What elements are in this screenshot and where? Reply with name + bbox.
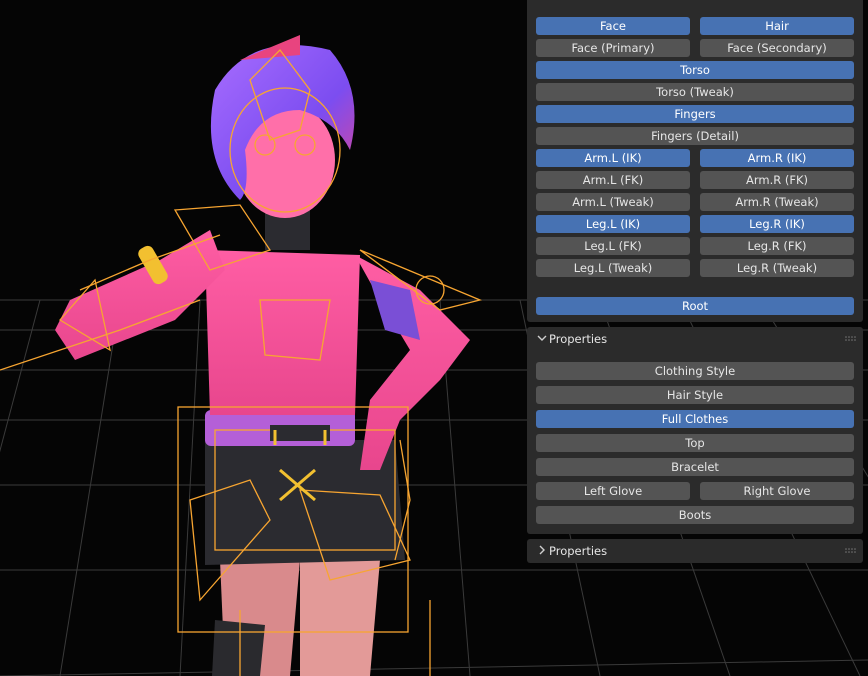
top-button[interactable]: Top (536, 434, 854, 452)
arm-l-ik-button[interactable]: Arm.L (IK) (536, 149, 690, 167)
left-glove-button[interactable]: Left Glove (536, 482, 690, 500)
boots-button[interactable]: Boots (536, 506, 854, 524)
bracelet-button[interactable]: Bracelet (536, 458, 854, 476)
right-glove-button[interactable]: Right Glove (700, 482, 854, 500)
face-secondary-button[interactable]: Face (Secondary) (700, 39, 854, 57)
fingers-button[interactable]: Fingers (536, 105, 854, 123)
chevron-right-icon (539, 545, 545, 555)
fingers-detail-button[interactable]: Fingers (Detail) (536, 127, 854, 145)
properties-panel: Properties Clothing Style Hair Style Full … (527, 327, 863, 534)
leg-r-tweak-button[interactable]: Leg.R (Tweak) (700, 259, 854, 277)
chevron-down-icon (537, 335, 547, 341)
collapsed-panel-title: Properties (549, 544, 608, 558)
collapsed-panel-header[interactable]: Properties (527, 539, 863, 563)
drag-grip-icon[interactable] (845, 548, 857, 554)
rig-layers-panel: Face Hair Face (Primary) Face (Secondary) To… (527, 0, 863, 322)
hair-style-button[interactable]: Hair Style (536, 386, 854, 404)
hair-button[interactable]: Hair (700, 17, 854, 35)
leg-r-fk-button[interactable]: Leg.R (FK) (700, 237, 854, 255)
arm-l-fk-button[interactable]: Arm.L (FK) (536, 171, 690, 189)
leg-l-ik-button[interactable]: Leg.L (IK) (536, 215, 690, 233)
torso-tweak-button[interactable]: Torso (Tweak) (536, 83, 854, 101)
face-primary-button[interactable]: Face (Primary) (536, 39, 690, 57)
leg-l-tweak-button[interactable]: Leg.L (Tweak) (536, 259, 690, 277)
root-button[interactable]: Root (536, 297, 854, 315)
collapsed-properties-panel[interactable]: Properties (527, 539, 863, 563)
arm-r-ik-button[interactable]: Arm.R (IK) (700, 149, 854, 167)
properties-panel-title: Properties (549, 332, 608, 346)
leg-r-ik-button[interactable]: Leg.R (IK) (700, 215, 854, 233)
full-clothes-button[interactable]: Full Clothes (536, 410, 854, 428)
face-button[interactable]: Face (536, 17, 690, 35)
arm-r-tweak-button[interactable]: Arm.R (Tweak) (700, 193, 854, 211)
leg-l-fk-button[interactable]: Leg.L (FK) (536, 237, 690, 255)
properties-panel-header[interactable]: Properties (527, 327, 863, 351)
clothing-style-button[interactable]: Clothing Style (536, 362, 854, 380)
arm-r-fk-button[interactable]: Arm.R (FK) (700, 171, 854, 189)
torso-button[interactable]: Torso (536, 61, 854, 79)
arm-l-tweak-button[interactable]: Arm.L (Tweak) (536, 193, 690, 211)
drag-grip-icon[interactable] (845, 336, 857, 342)
